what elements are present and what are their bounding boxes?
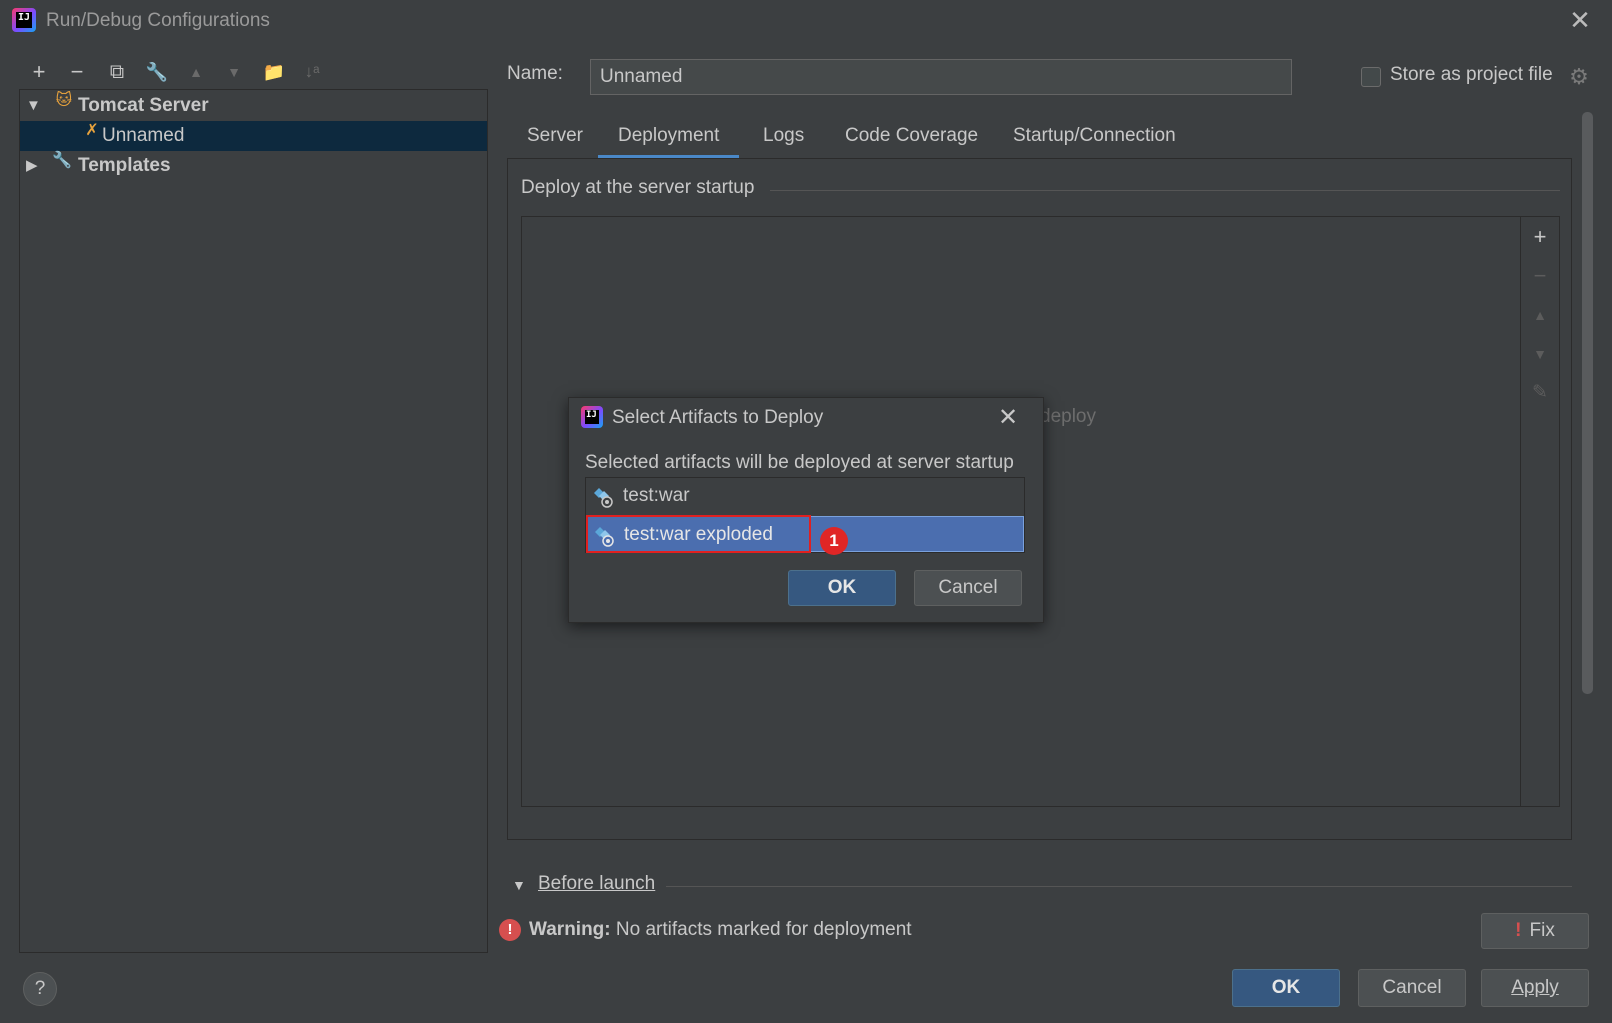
- window-title: Run/Debug Configurations: [46, 10, 270, 31]
- scrollbar[interactable]: [1582, 112, 1593, 694]
- gear-icon[interactable]: ⚙: [1566, 64, 1592, 90]
- intellij-logo-icon: IJ: [12, 8, 36, 32]
- tree-item-tomcat-server[interactable]: ▼ 🐱 Tomcat Server: [20, 91, 487, 121]
- apply-button[interactable]: Apply: [1481, 969, 1589, 1007]
- dialog-cancel-button[interactable]: Cancel: [914, 570, 1022, 606]
- configuration-tree: ▼ 🐱 Tomcat Server ✗ Unnamed ▶ 🔧 Template…: [19, 89, 488, 953]
- store-as-project-file-checkbox[interactable]: [1361, 67, 1381, 87]
- artifact-label: test:war: [623, 485, 690, 506]
- tab-logs[interactable]: Logs: [743, 113, 824, 159]
- tab-server[interactable]: Server: [507, 113, 603, 159]
- annotation-highlight-box: [586, 515, 811, 553]
- remove-icon[interactable]: −: [63, 58, 91, 86]
- wrench-icon[interactable]: 🔧: [143, 58, 171, 86]
- name-label: Name:: [507, 63, 563, 84]
- warning-prefix: Warning:: [529, 919, 611, 940]
- folder-icon[interactable]: 📁: [260, 58, 288, 86]
- add-icon[interactable]: +: [25, 58, 53, 86]
- annotation-step-badge: 1: [820, 527, 848, 555]
- intellij-logo-icon: IJ: [581, 406, 603, 428]
- close-icon[interactable]: ✕: [994, 404, 1022, 432]
- move-up-icon[interactable]: ▲: [1526, 301, 1554, 329]
- warning-message: Warning: No artifacts marked for deploym…: [529, 919, 912, 941]
- move-down-icon[interactable]: ▼: [1526, 340, 1554, 368]
- dialog-description: Selected artifacts will be deployed at s…: [585, 452, 1014, 473]
- divider: [666, 886, 1572, 887]
- artifact-icon: [594, 488, 613, 508]
- help-button[interactable]: ?: [23, 972, 57, 1006]
- tree-item-unnamed[interactable]: ✗ Unnamed: [20, 121, 487, 151]
- fix-label: Fix: [1529, 920, 1555, 941]
- remove-icon[interactable]: −: [1526, 262, 1554, 290]
- empty-list-text: deploy: [1040, 406, 1096, 427]
- ok-button[interactable]: OK: [1232, 969, 1340, 1007]
- move-up-icon[interactable]: ▲: [182, 58, 210, 86]
- artifact-item-test-war[interactable]: test:war: [586, 478, 1024, 514]
- logo-text: IJ: [586, 410, 597, 420]
- sort-icon[interactable]: ↓ᵃ: [298, 58, 326, 86]
- name-input[interactable]: Unnamed: [590, 59, 1292, 95]
- chevron-down-icon[interactable]: ▼: [512, 877, 526, 893]
- chevron-right-icon[interactable]: ▶: [26, 151, 40, 181]
- close-icon[interactable]: ✕: [1566, 6, 1594, 34]
- tree-label: Unnamed: [102, 125, 185, 146]
- tab-startup-connection[interactable]: Startup/Connection: [993, 113, 1196, 159]
- wrench-icon: 🔧: [52, 152, 72, 169]
- add-icon[interactable]: +: [1526, 223, 1554, 251]
- dialog-ok-button[interactable]: OK: [788, 570, 896, 606]
- cancel-button[interactable]: Cancel: [1358, 969, 1466, 1007]
- copy-icon[interactable]: ⧉: [103, 58, 131, 86]
- tree-label: Tomcat Server: [78, 95, 209, 116]
- move-down-icon[interactable]: ▼: [220, 58, 248, 86]
- edit-icon[interactable]: ✎: [1526, 379, 1554, 407]
- divider: [770, 190, 1560, 191]
- error-icon: !: [499, 919, 521, 941]
- dialog-title: Select Artifacts to Deploy: [612, 407, 824, 428]
- store-as-project-file-label[interactable]: Store as project file: [1390, 64, 1553, 86]
- tree-label: Templates: [78, 155, 171, 176]
- tab-deployment[interactable]: Deployment: [598, 113, 740, 159]
- deploy-section-title: Deploy at the server startup: [521, 177, 755, 198]
- tree-item-templates[interactable]: ▶ 🔧 Templates: [20, 151, 487, 181]
- tomcat-config-icon: ✗: [85, 122, 99, 139]
- before-launch-toggle[interactable]: Before launch: [538, 873, 655, 895]
- tab-code-coverage[interactable]: Code Coverage: [825, 113, 998, 159]
- error-icon: !: [1515, 920, 1522, 941]
- logo-text: IJ: [18, 12, 31, 23]
- fix-button[interactable]: ! Fix: [1481, 913, 1589, 949]
- chevron-down-icon[interactable]: ▼: [26, 91, 41, 121]
- tomcat-icon: 🐱: [55, 92, 73, 109]
- warning-text: No artifacts marked for deployment: [615, 919, 912, 940]
